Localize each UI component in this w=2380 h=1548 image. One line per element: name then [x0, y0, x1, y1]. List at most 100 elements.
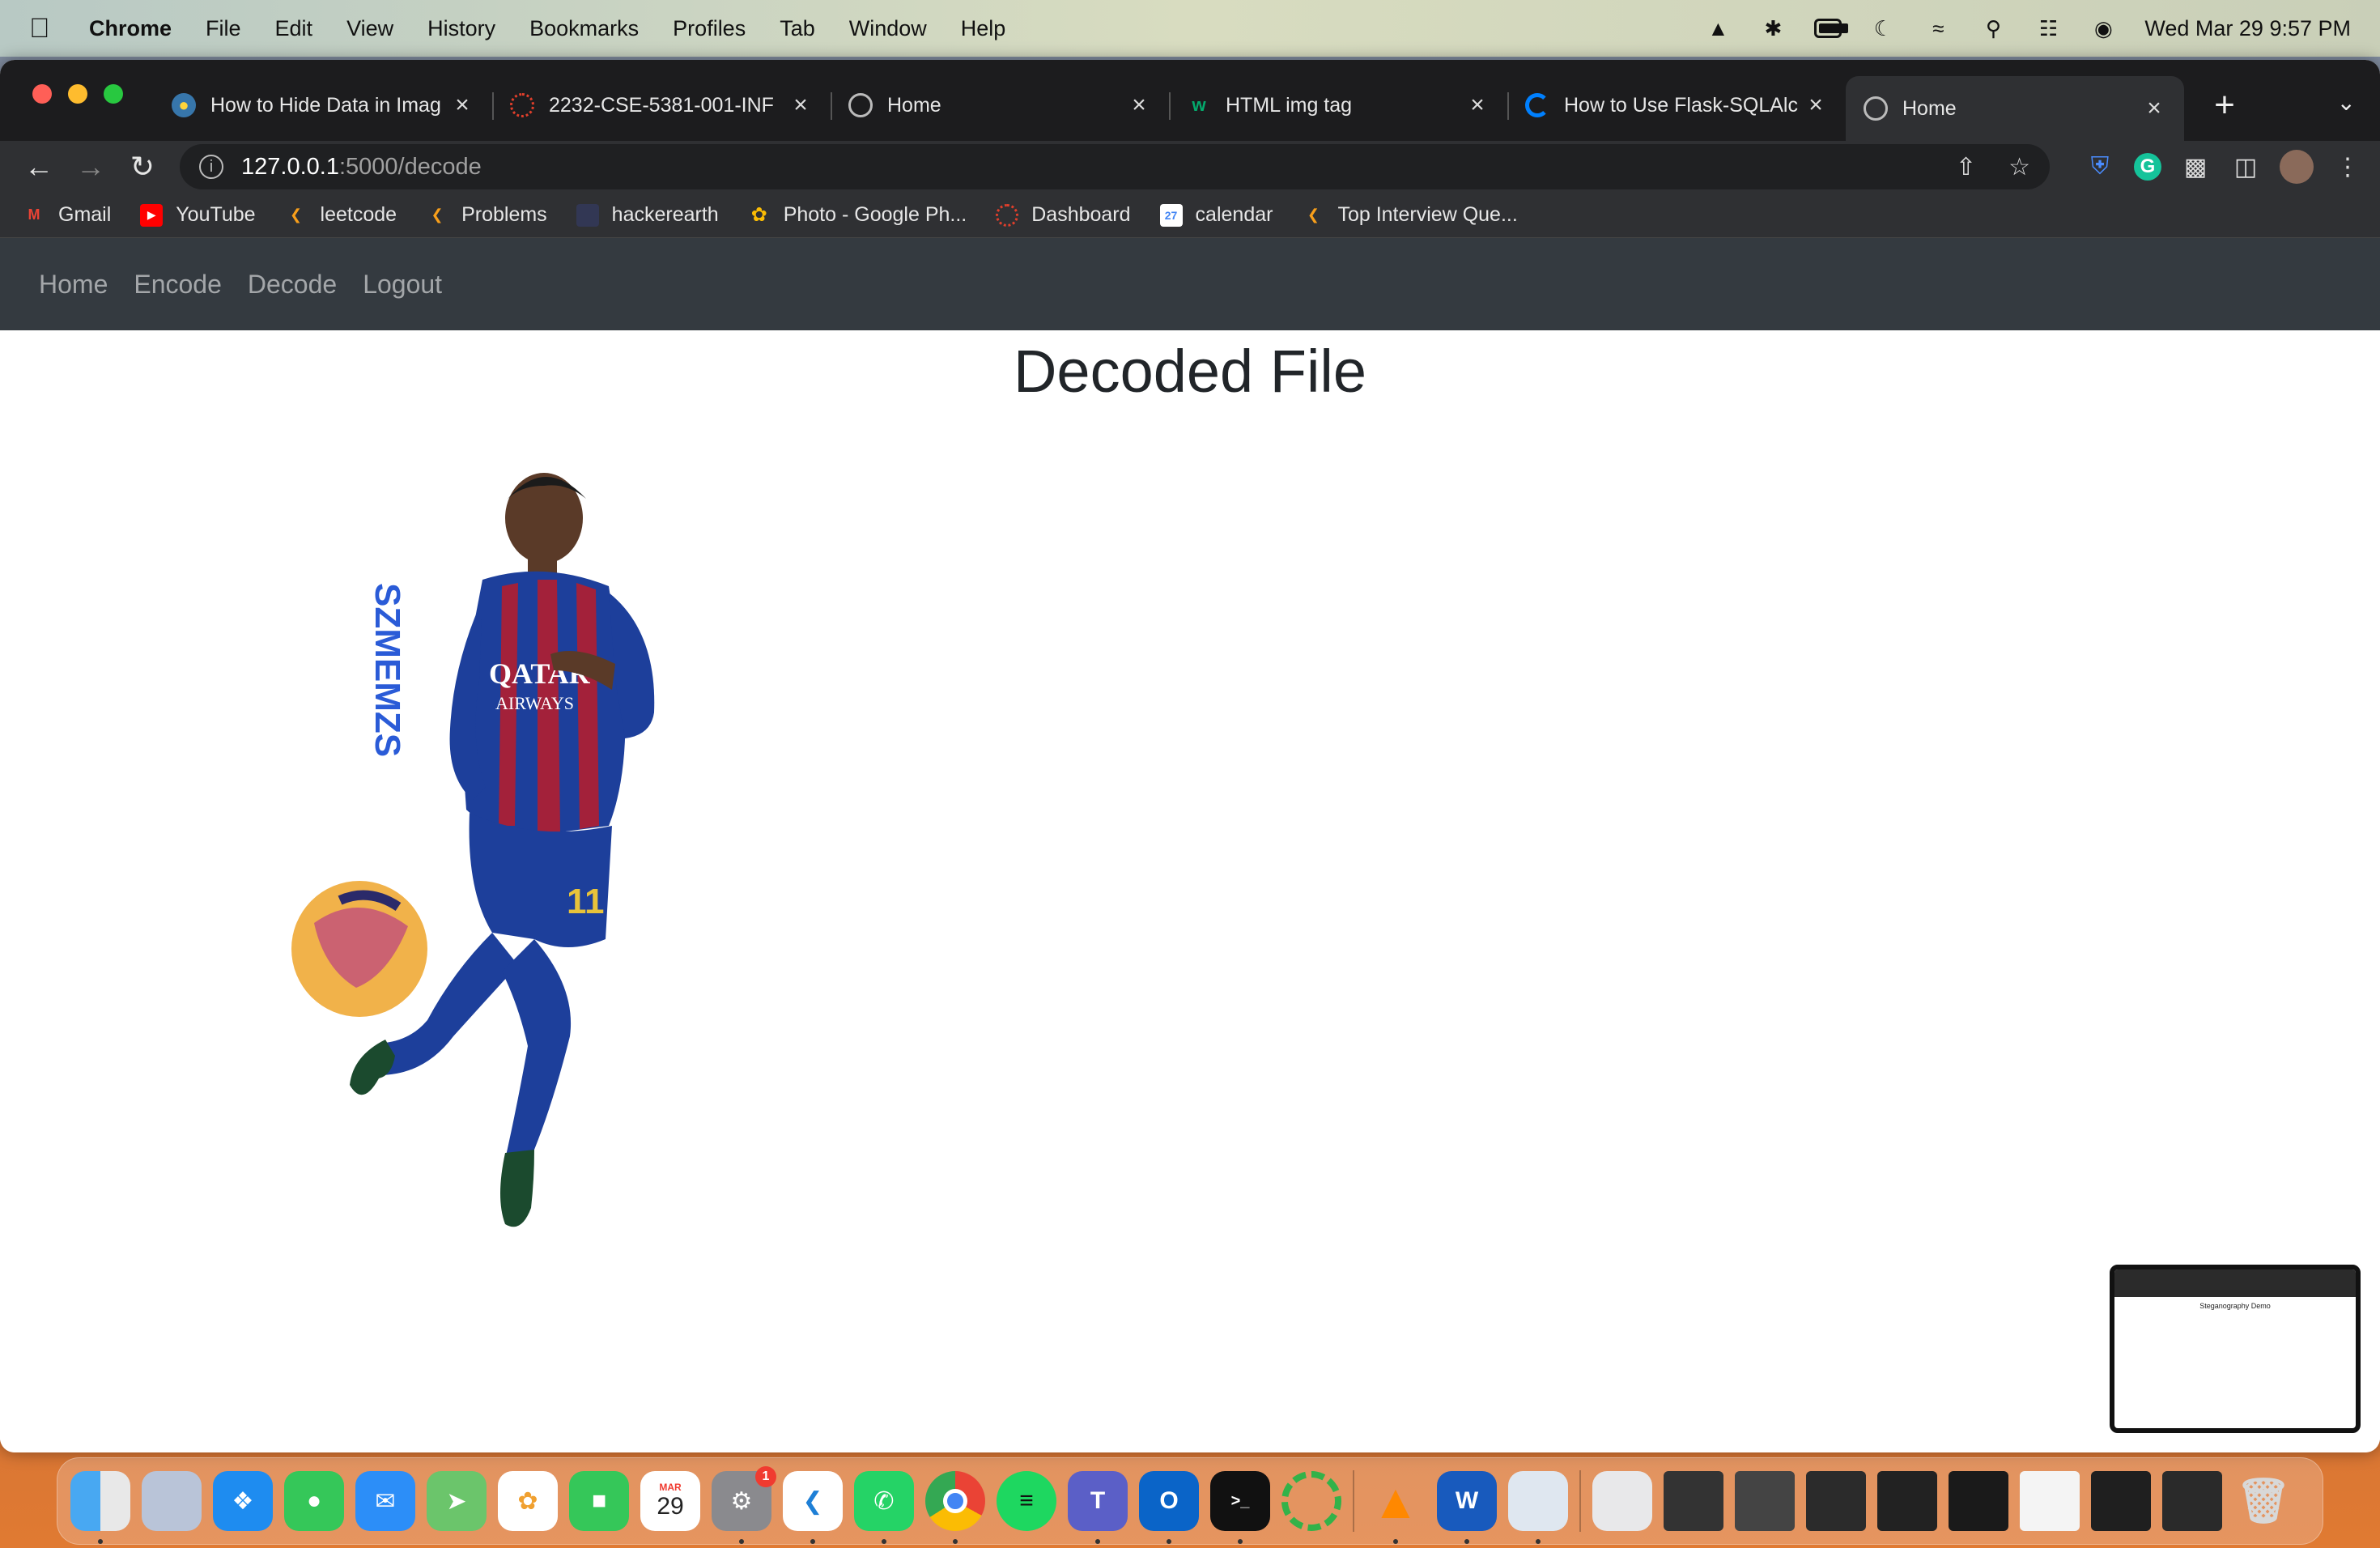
nav-logout-link[interactable]: Logout [363, 270, 442, 300]
control-center-icon[interactable]: ☷ [2034, 16, 2062, 40]
battery-icon[interactable] [1814, 17, 1849, 40]
whatsapp-icon[interactable]: ✆ [854, 1471, 914, 1544]
minimized-window-icon[interactable] [1949, 1471, 2008, 1531]
facetime-icon[interactable]: ■ [569, 1471, 629, 1531]
close-tab-icon[interactable]: × [2142, 95, 2166, 122]
chrome-icon[interactable] [925, 1471, 985, 1544]
profile-avatar[interactable] [2280, 150, 2314, 184]
bookmark-gmail[interactable]: M Gmail [23, 203, 112, 227]
bookmark-leetcode[interactable]: ❮ leetcode [285, 203, 397, 227]
share-icon[interactable]: ⇧ [1956, 153, 1976, 181]
minimized-window-icon[interactable] [1877, 1471, 1937, 1531]
menu-edit[interactable]: Edit [275, 16, 313, 41]
back-button[interactable]: ← [16, 144, 62, 189]
menu-view[interactable]: View [346, 16, 393, 41]
address-bar[interactable]: i 127.0.0.1:5000/decode ⇧ ☆ [180, 144, 2050, 189]
macos-menu-bar:  Chrome File Edit View History Bookmark… [0, 0, 2380, 57]
leetcode-icon: ❮ [290, 206, 303, 223]
apple-menu-icon[interactable]:  [29, 13, 57, 45]
tab-cse-5381[interactable]: 2232-CSE-5381-001-INF × [492, 76, 832, 134]
reload-button[interactable]: ↻ [120, 144, 165, 189]
minimized-window-icon[interactable] [1806, 1471, 1866, 1531]
tab-home[interactable]: Home × [831, 76, 1171, 134]
downloads-folder-icon[interactable] [1592, 1471, 1652, 1531]
tab-search-chevron-icon[interactable]: ⌄ [2337, 89, 2356, 116]
bookmark-youtube[interactable]: ▶ YouTube [140, 203, 256, 227]
site-info-icon[interactable]: i [199, 155, 223, 179]
bookmark-star-icon[interactable]: ☆ [2008, 153, 2030, 181]
outlook-icon[interactable]: O [1139, 1471, 1199, 1544]
tab-home-active[interactable]: Home × [1846, 76, 2184, 141]
forward-button[interactable]: → [68, 144, 113, 189]
calendar-icon[interactable]: MAR 29 [640, 1471, 700, 1531]
menu-app-name[interactable]: Chrome [89, 16, 172, 41]
teams-icon[interactable]: T [1068, 1471, 1128, 1544]
extensions-puzzle-icon[interactable]: ▩ [2179, 151, 2212, 183]
close-tab-icon[interactable]: × [1127, 91, 1151, 119]
spotify-icon[interactable]: ≡ [997, 1471, 1056, 1531]
finder-icon[interactable] [70, 1471, 130, 1544]
tab-title: HTML img tag [1226, 93, 1353, 117]
trash-icon[interactable]: 🗑 [2233, 1471, 2293, 1531]
bluetooth-icon[interactable]: ✱ [1759, 16, 1787, 40]
shield-extension-icon[interactable]: ⛨ [2084, 151, 2116, 183]
zoom-window-button[interactable] [104, 84, 123, 104]
tab-hide-data[interactable]: ● How to Hide Data in Imag × [154, 76, 494, 134]
grammarly-extension-icon[interactable]: G [2134, 153, 2161, 181]
spotlight-search-icon[interactable]: ⚲ [1979, 16, 2007, 40]
close-tab-icon[interactable]: × [1804, 91, 1828, 119]
safari-icon[interactable]: ❖ [213, 1471, 273, 1531]
minimized-window-icon[interactable] [2162, 1471, 2222, 1531]
close-window-button[interactable] [32, 84, 52, 104]
minimized-window-icon[interactable] [2091, 1471, 2151, 1531]
siri-icon[interactable]: ◉ [2089, 16, 2117, 40]
screenshot-thumbnail[interactable]: Steganography Demo [2110, 1265, 2361, 1433]
chrome-menu-icon[interactable]: ⋮ [2331, 151, 2364, 183]
system-settings-icon[interactable]: ⚙ 1 [712, 1466, 776, 1544]
new-tab-button[interactable]: + [2200, 76, 2249, 134]
menu-file[interactable]: File [206, 16, 241, 41]
bookmark-problems[interactable]: ❮ Problems [426, 203, 547, 227]
canvas-icon [996, 203, 1019, 227]
bookmark-top-interview[interactable]: ❮ Top Interview Que... [1302, 203, 1518, 227]
minimized-window-icon[interactable] [1735, 1471, 1795, 1531]
vlc-status-icon[interactable]: ▲ [1704, 16, 1732, 40]
nav-decode-link[interactable]: Decode [248, 270, 337, 300]
bookmark-google-photos[interactable]: ✿ Photo - Google Ph... [748, 203, 967, 227]
activity-ring-icon[interactable] [1281, 1471, 1341, 1531]
maps-icon[interactable]: ➤ [427, 1471, 487, 1531]
menu-window[interactable]: Window [849, 16, 927, 41]
bookmark-hackerearth[interactable]: hackerearth [576, 203, 719, 227]
minimized-window-icon[interactable] [2020, 1471, 2080, 1531]
menu-tab[interactable]: Tab [780, 16, 815, 41]
mail-icon[interactable]: ✉ [355, 1471, 415, 1531]
menu-help[interactable]: Help [961, 16, 1006, 41]
menu-history[interactable]: History [427, 16, 495, 41]
menu-profiles[interactable]: Profiles [673, 16, 746, 41]
focus-moon-icon[interactable]: ☾ [1869, 16, 1897, 40]
nav-home-link[interactable]: Home [39, 270, 108, 300]
photos-icon[interactable]: ✿ [498, 1471, 558, 1531]
menu-clock[interactable]: Wed Mar 29 9:57 PM [2144, 16, 2351, 41]
tab-flask-sqlalchemy[interactable]: How to Use Flask-SQLAlc × [1507, 76, 1846, 134]
word-icon[interactable]: W [1437, 1471, 1497, 1544]
side-panel-icon[interactable]: ◫ [2229, 151, 2262, 183]
bookmark-calendar[interactable]: 27 calendar [1159, 203, 1273, 227]
tab-title: How to Hide Data in Imag [210, 93, 441, 117]
close-tab-icon[interactable]: × [1465, 91, 1490, 119]
vscode-icon[interactable]: ❮ [783, 1471, 843, 1544]
minimize-window-button[interactable] [68, 84, 87, 104]
close-tab-icon[interactable]: × [788, 91, 813, 119]
wifi-icon[interactable]: ≈ [1924, 16, 1952, 40]
minimized-window-icon[interactable] [1664, 1471, 1723, 1531]
launchpad-icon[interactable] [142, 1471, 202, 1531]
close-tab-icon[interactable]: × [450, 91, 474, 119]
tab-html-img[interactable]: w HTML img tag × [1169, 76, 1509, 134]
messages-icon[interactable]: ● [284, 1471, 344, 1531]
vlc-icon[interactable]: ▲ [1366, 1471, 1426, 1544]
terminal-icon[interactable]: >_ [1210, 1471, 1270, 1544]
preview-icon[interactable] [1508, 1471, 1568, 1544]
bookmark-dashboard[interactable]: Dashboard [996, 203, 1131, 227]
menu-bookmarks[interactable]: Bookmarks [529, 16, 639, 41]
nav-encode-link[interactable]: Encode [134, 270, 222, 300]
